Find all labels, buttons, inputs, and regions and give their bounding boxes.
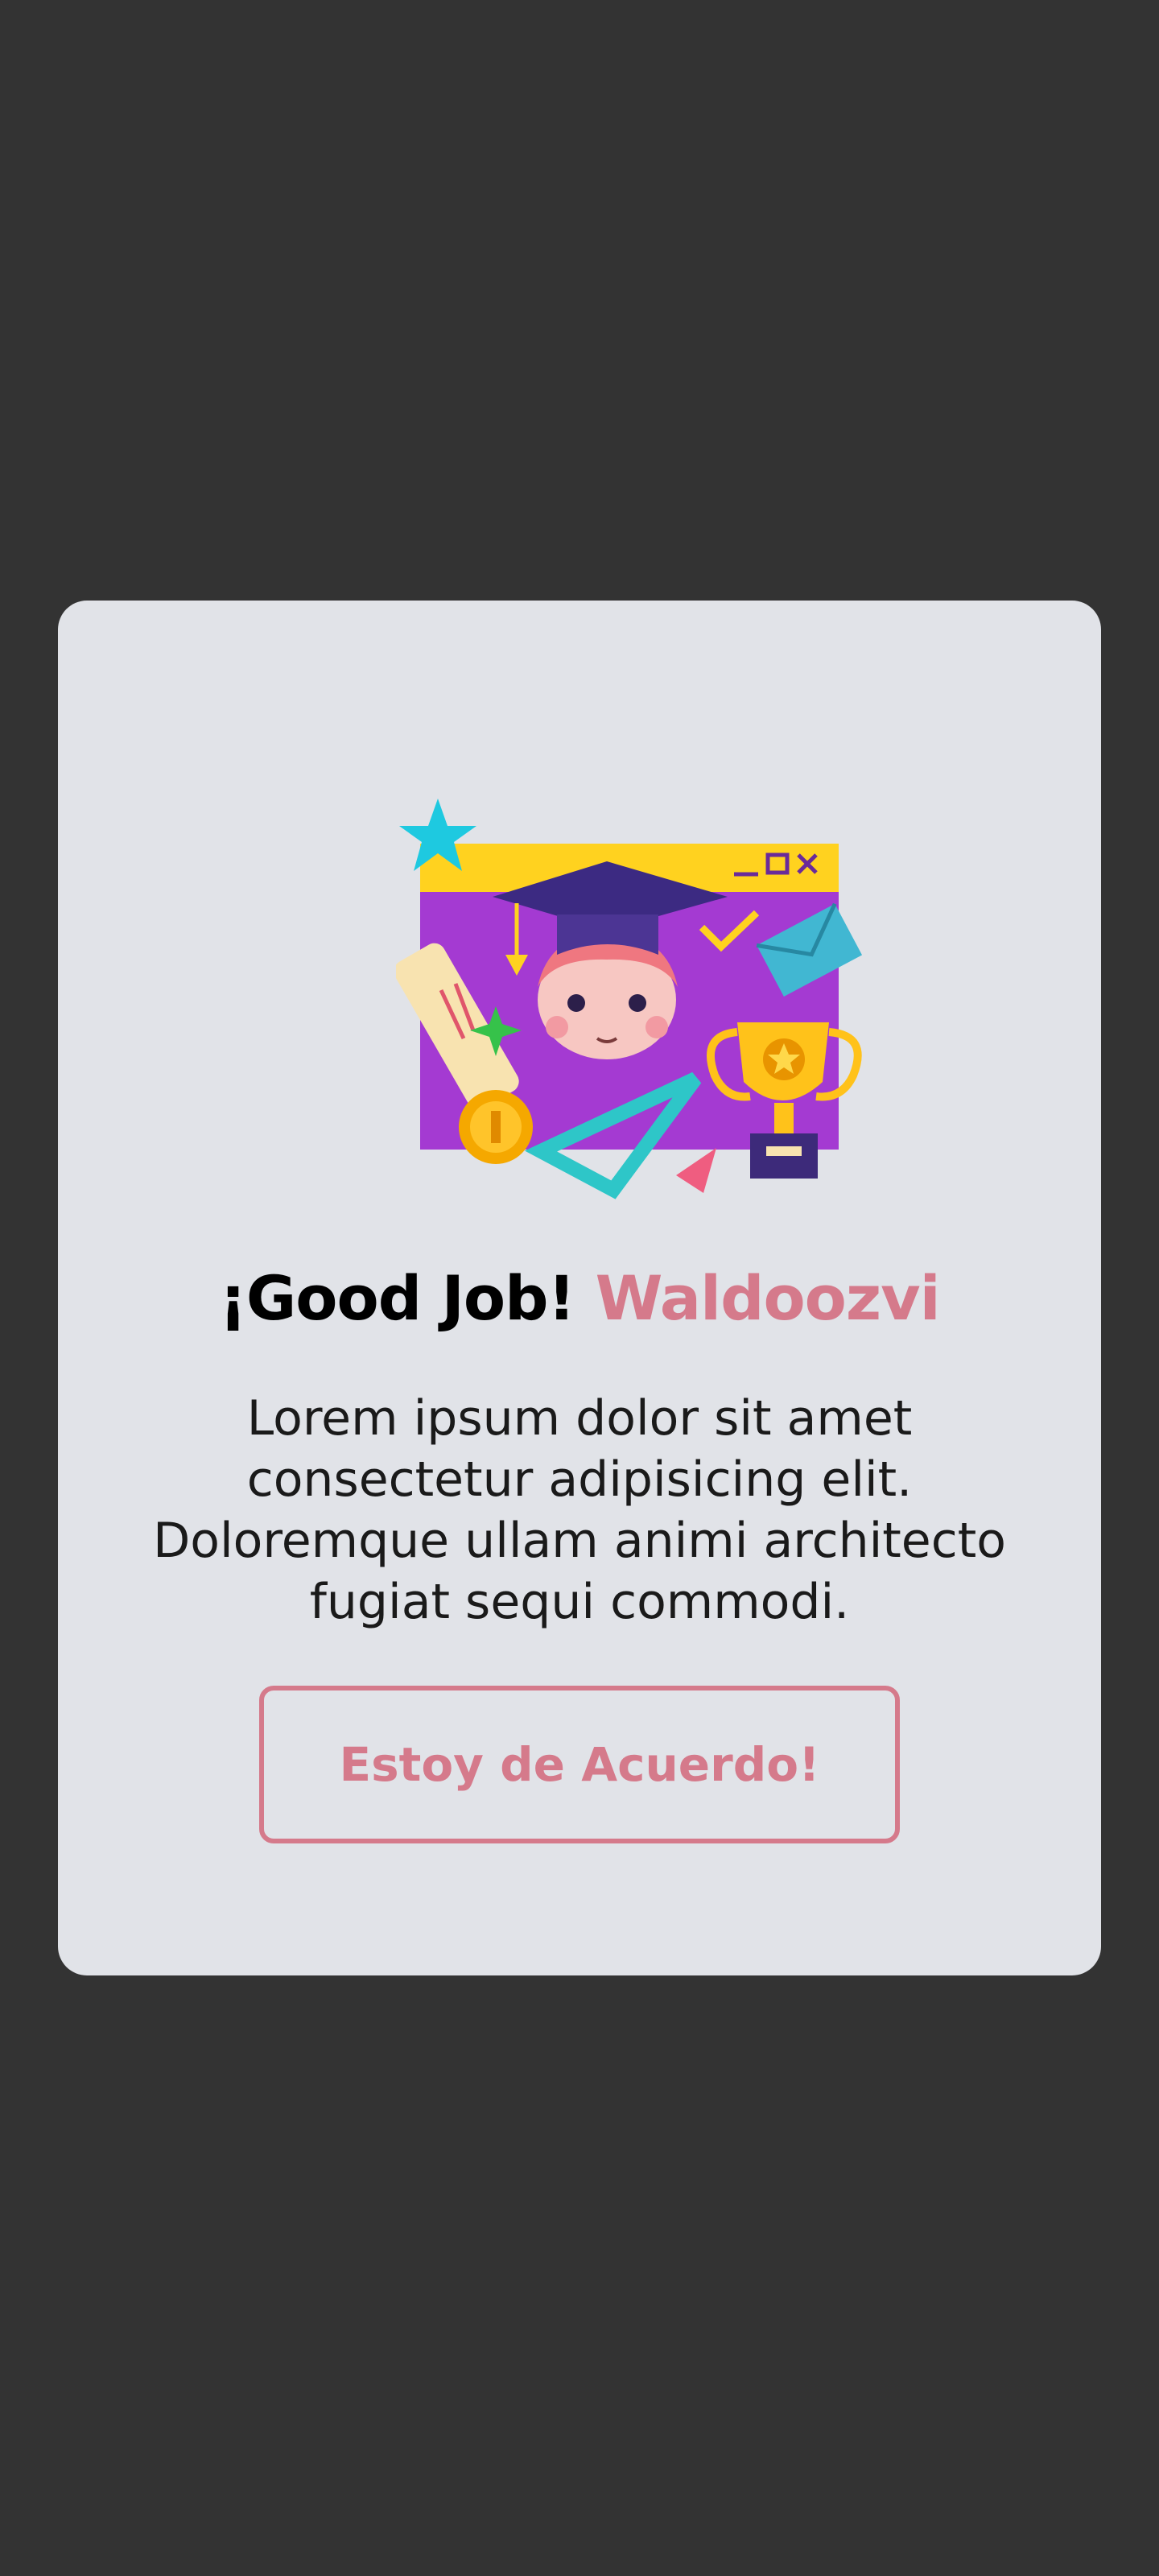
agree-button[interactable]: Estoy de Acuerdo! [259, 1686, 900, 1843]
success-dialog: ¡Good Job! Waldoozvi Lorem ipsum dolor s… [58, 601, 1101, 1975]
dialog-title: ¡Good Job! Waldoozvi [58, 1262, 1101, 1334]
user-name: Waldoozvi [595, 1262, 941, 1334]
dialog-message: Lorem ipsum dolor sit amet consectetur a… [153, 1390, 1006, 1630]
shard-icon [676, 1148, 716, 1193]
title-prefix: ¡Good Job! [219, 1262, 575, 1334]
gold-medal-icon [459, 1090, 533, 1164]
graduation-achievement-illustration [396, 799, 863, 1199]
